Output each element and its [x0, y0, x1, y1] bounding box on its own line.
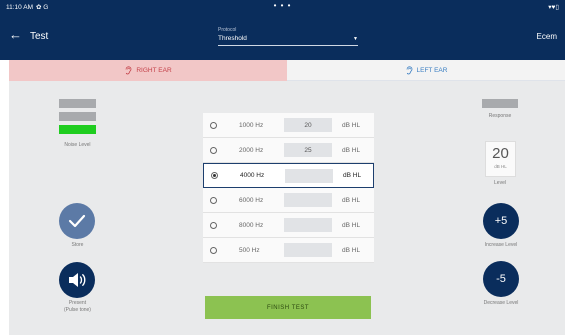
protocol-label: Protocol [218, 27, 237, 33]
ear-icon [125, 66, 132, 75]
threshold-value: 20 [284, 118, 332, 132]
frequency-list: 1000 Hz 20 dB HL 2000 Hz 25 dB HL 4000 H… [203, 113, 374, 263]
unit-label: dB HL [342, 221, 361, 229]
unit-label: dB HL [342, 146, 361, 154]
status-bar: 11:10 AM ✿ G • • • ▾♥▯ [0, 0, 565, 14]
frequency-row-selected[interactable]: 4000 Hz dB HL [203, 163, 374, 188]
frequency-label: 4000 Hz [240, 172, 265, 179]
frequency-row[interactable]: 8000 Hz dB HL [203, 213, 374, 238]
decrease-level-button[interactable]: -5 [483, 261, 519, 297]
level-display: 20 dB HL [485, 141, 516, 177]
store-label: Store [71, 242, 84, 248]
frequency-row[interactable]: 500 Hz dB HL [203, 238, 374, 263]
protocol-dropdown[interactable]: Protocol Threshold ▼ [218, 27, 358, 46]
tab-right-ear[interactable]: RIGHT EAR [9, 60, 287, 81]
noise-bar-active [59, 125, 96, 134]
unit-label: dB HL [343, 172, 362, 179]
frequency-label: 2000 Hz [239, 146, 264, 154]
back-arrow-icon[interactable]: ← [9, 28, 22, 41]
tab-right-ear-label: RIGHT EAR [136, 67, 172, 74]
user-name[interactable]: Ecem [537, 32, 557, 41]
present-label-line2: (Pulse tone) [64, 307, 91, 313]
level-value: 20 [492, 145, 509, 162]
app-bar: ← Test Protocol Threshold ▼ Ecem [0, 14, 565, 60]
present-label: Present (Pulse tone) [45, 300, 110, 314]
threshold-value [285, 168, 333, 183]
decrease-level-label: Decrease Level [483, 300, 519, 306]
store-button[interactable] [59, 203, 95, 239]
response-indicator [482, 99, 518, 108]
increase-level-button[interactable]: +5 [483, 203, 519, 239]
frequency-label: 8000 Hz [239, 221, 264, 229]
unit-label: dB HL [342, 246, 361, 254]
protocol-select[interactable]: Threshold ▼ [218, 35, 358, 46]
tab-left-ear[interactable]: LEFT EAR [287, 60, 565, 81]
radio-dot [213, 174, 216, 177]
radio-button[interactable] [210, 146, 217, 154]
radio-button[interactable] [210, 246, 217, 254]
frequency-row[interactable]: 6000 Hz dB HL [203, 188, 374, 213]
increase-level-text: +5 [494, 215, 508, 227]
level-unit: dB HL [494, 164, 507, 169]
unit-label: dB HL [342, 121, 361, 129]
increase-level-label: Increase Level [484, 242, 518, 248]
radio-button[interactable] [210, 221, 217, 229]
radio-button[interactable] [210, 121, 217, 129]
finish-test-button[interactable]: FINISH TEST [205, 296, 371, 319]
noise-level-indicator [59, 99, 96, 138]
present-button[interactable] [59, 262, 95, 298]
page-title: Test [30, 31, 49, 42]
radio-button-selected[interactable] [211, 172, 218, 179]
speaker-icon [69, 273, 86, 287]
threshold-value [284, 218, 332, 232]
frequency-label: 6000 Hz [239, 196, 264, 204]
radio-button[interactable] [210, 196, 217, 204]
ear-icon [406, 65, 412, 74]
decrease-level-text: -5 [496, 273, 506, 285]
response-label: Response [488, 113, 512, 119]
threshold-value [284, 193, 332, 207]
ear-tabs: RIGHT EAR LEFT EAR [9, 60, 565, 81]
present-label-line1: Present [68, 300, 87, 306]
status-center-dots: • • • [273, 1, 292, 10]
frequency-row[interactable]: 1000 Hz 20 dB HL [203, 113, 374, 138]
tab-left-ear-label: LEFT EAR [416, 66, 448, 74]
noise-level-label: Noise Level [64, 142, 91, 148]
threshold-value [284, 243, 332, 257]
noise-bar [59, 99, 96, 108]
caret-down-icon: ▼ [353, 36, 358, 42]
frequency-row[interactable]: 2000 Hz 25 dB HL [203, 138, 374, 163]
protocol-value: Threshold [218, 35, 247, 42]
threshold-value: 25 [284, 143, 332, 157]
frequency-label: 500 Hz [239, 246, 260, 254]
frequency-label: 1000 Hz [239, 121, 264, 129]
level-label: Level [494, 180, 506, 186]
noise-bar [59, 112, 96, 121]
check-icon [68, 214, 86, 228]
unit-label: dB HL [342, 196, 361, 204]
